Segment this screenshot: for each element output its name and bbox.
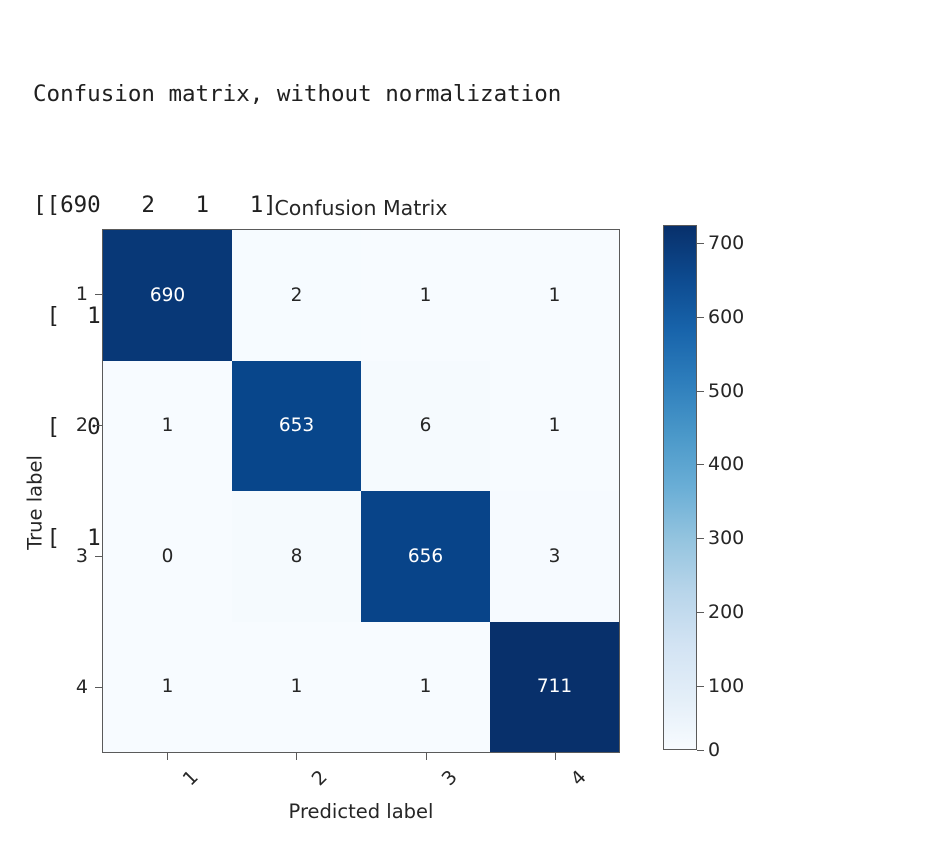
x-tick-mark-4 [555, 753, 557, 760]
matrix-cell-r2c1[interactable]: 1 [103, 360, 232, 491]
colorbar: 700 600 500 400 300 200 100 0 [663, 225, 744, 761]
colorbar-gradient [663, 225, 697, 750]
matrix-cell-r1c1[interactable]: 690 [103, 230, 232, 361]
matrix-cell-r2c4[interactable]: 1 [490, 360, 619, 491]
colorbar-tick-mark-700 [697, 243, 704, 245]
matrix-cell-r3c4[interactable]: 3 [490, 491, 619, 622]
x-tick-label-2: 2 [307, 766, 332, 791]
matrix-cell-r3c1[interactable]: 0 [103, 491, 232, 622]
matrix-cell-value: 1 [548, 284, 561, 306]
matrix-cell-value: 0 [161, 545, 174, 567]
x-tick-label-1: 1 [178, 766, 203, 791]
y-tick-label-4: 4 [75, 676, 88, 698]
colorbar-tick-mark-600 [697, 317, 704, 319]
matrix-cell-value: 8 [290, 545, 303, 567]
colorbar-tick-mark-500 [697, 391, 704, 393]
matrix-cell-r4c4[interactable]: 711 [490, 621, 619, 752]
matrix-cell-r2c3[interactable]: 6 [361, 360, 490, 491]
y-tick-mark-2 [95, 425, 102, 427]
console-line-title: Confusion matrix, without normalization [33, 81, 562, 107]
x-tick-mark-2 [296, 753, 298, 760]
colorbar-tick-label-600: 600 [708, 306, 745, 328]
matrix-cell-r4c2[interactable]: 1 [232, 621, 361, 752]
colorbar-tick-label-700: 700 [708, 232, 745, 254]
matrix-cell-value: 2 [290, 284, 303, 306]
y-tick-mark-4 [95, 687, 102, 689]
matrix-cell-r1c3[interactable]: 1 [361, 230, 490, 361]
matrix-cell-r1c4[interactable]: 1 [490, 230, 619, 361]
matrix-cell-value: 1 [419, 676, 432, 698]
colorbar-tick-mark-0 [697, 750, 704, 752]
colorbar-tick-label-300: 300 [708, 527, 745, 549]
colorbar-tick-mark-400 [697, 464, 704, 466]
matrix-cell-value: 653 [278, 415, 315, 437]
y-tick-label-1: 1 [75, 283, 88, 305]
colorbar-tick-mark-100 [697, 686, 704, 688]
matrix-cell-value: 1 [290, 676, 303, 698]
matrix-cell-r4c3[interactable]: 1 [361, 621, 490, 752]
matrix-cell-r1c2[interactable]: 2 [232, 230, 361, 361]
confusion-matrix-grid: 690 2 1 1 1 653 6 1 0 8 656 3 1 1 1 711 [103, 230, 619, 752]
colorbar-tick-label-200: 200 [708, 601, 745, 623]
y-tick-label-3: 3 [75, 545, 88, 567]
matrix-cell-r3c2[interactable]: 8 [232, 491, 361, 622]
matrix-cell-value: 1 [419, 284, 432, 306]
colorbar-tick-label-500: 500 [708, 380, 745, 402]
y-tick-label-2: 2 [75, 414, 88, 436]
chart-title: Confusion Matrix [274, 196, 448, 220]
colorbar-tick-label-100: 100 [708, 675, 745, 697]
matrix-cell-value: 1 [161, 415, 174, 437]
x-axis-label: Predicted label [288, 800, 434, 823]
matrix-cell-value: 711 [536, 676, 573, 698]
colorbar-tick-label-0: 0 [708, 739, 721, 761]
confusion-matrix-figure: Confusion Matrix True label 1 2 3 4 1 2 … [0, 190, 948, 848]
colorbar-tick-mark-200 [697, 612, 704, 614]
x-tick-label-3: 3 [437, 766, 462, 791]
matrix-cell-value: 656 [407, 545, 444, 567]
matrix-cell-r3c3[interactable]: 656 [361, 491, 490, 622]
matrix-cell-value: 1 [161, 676, 174, 698]
y-axis-label: True label [23, 455, 47, 550]
matrix-cell-r4c1[interactable]: 1 [103, 621, 232, 752]
y-tick-mark-1 [95, 294, 102, 296]
matrix-cell-value: 3 [548, 545, 561, 567]
x-tick-mark-1 [167, 753, 169, 760]
matrix-cell-value: 1 [548, 415, 561, 437]
matrix-cell-value: 690 [149, 284, 186, 306]
x-tick-label-4: 4 [566, 766, 591, 791]
heatmap-axes: 690 2 1 1 1 653 6 1 0 8 656 3 1 1 1 711 [102, 229, 620, 753]
matrix-cell-value: 6 [419, 415, 432, 437]
colorbar-tick-label-400: 400 [708, 453, 745, 475]
colorbar-tick-mark-300 [697, 538, 704, 540]
matrix-cell-r2c2[interactable]: 653 [232, 360, 361, 491]
y-tick-mark-3 [95, 556, 102, 558]
x-tick-mark-3 [426, 753, 428, 760]
